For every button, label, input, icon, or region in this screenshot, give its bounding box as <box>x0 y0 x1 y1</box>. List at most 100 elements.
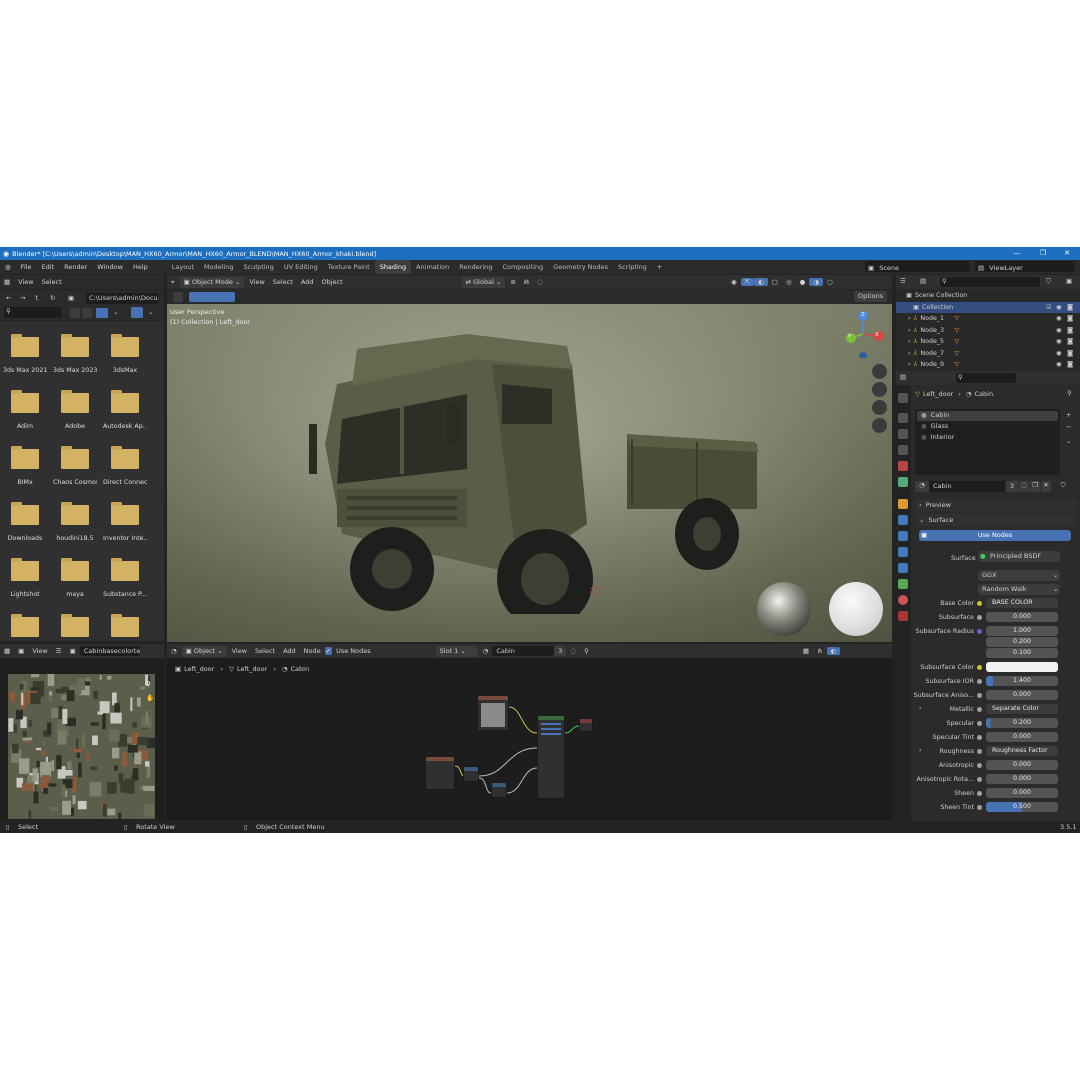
socket-icon[interactable] <box>977 629 982 634</box>
bsdf-input-value[interactable]: BASE COLOR <box>986 598 1058 608</box>
surface-shader-dropdown[interactable]: Principled BSDF <box>978 551 1060 562</box>
menu-window[interactable]: Window <box>92 260 128 274</box>
close-button[interactable]: ✕ <box>1054 247 1080 260</box>
world-tab-icon[interactable] <box>898 477 908 487</box>
add-workspace-icon[interactable]: + <box>652 260 667 274</box>
socket-icon[interactable] <box>977 615 982 620</box>
socket-icon[interactable] <box>977 777 982 782</box>
chevron-right-icon[interactable]: › <box>919 747 922 754</box>
render-tab-icon[interactable] <box>898 413 908 423</box>
tab-uv-editing[interactable]: UV Editing <box>279 260 323 274</box>
list-view-icon[interactable] <box>70 308 80 318</box>
tool-tab-icon[interactable] <box>898 393 908 403</box>
socket-icon[interactable] <box>977 707 982 712</box>
image-mode-icon[interactable]: ▣ <box>14 647 28 655</box>
gizmo-toggle-icon[interactable]: ⇱ <box>740 278 755 286</box>
bsdf-input-value[interactable]: 1.000 <box>986 626 1058 636</box>
scene-selector[interactable]: ▣ Scene <box>865 261 970 272</box>
socket-icon[interactable] <box>977 791 982 796</box>
tab-modeling[interactable]: Modeling <box>199 260 239 274</box>
folder-item[interactable] <box>103 614 147 641</box>
editor-type-icon[interactable]: ▦ <box>0 278 14 286</box>
tab-compositing[interactable]: Compositing <box>497 260 548 274</box>
vp-menu-view[interactable]: View <box>245 278 268 286</box>
physics-tab-icon[interactable] <box>898 547 908 557</box>
ne-menu-view[interactable]: View <box>228 647 251 655</box>
surface-panel-header[interactable]: ⌄ Surface <box>915 514 1077 526</box>
bsdf-input-value[interactable]: 0.000 <box>986 612 1058 622</box>
mode-dropdown[interactable]: ▣ Object Mode ⌄ <box>179 276 245 288</box>
image-browse-icon[interactable]: ▣ <box>66 647 80 655</box>
exclude-checkbox-icon[interactable]: ☑ <box>1046 304 1052 311</box>
filter-icon[interactable] <box>131 307 143 318</box>
ne-material-users[interactable]: 3 <box>554 646 567 656</box>
thumb-large-icon[interactable] <box>96 308 108 318</box>
use-nodes-checkbox-icon[interactable]: ✓ <box>324 647 333 655</box>
select-mode-buttons[interactable] <box>189 292 235 302</box>
image-texture-node[interactable] <box>477 695 509 731</box>
vp-menu-object[interactable]: Object <box>317 278 346 286</box>
folder-item[interactable] <box>53 614 97 641</box>
bsdf-input-value[interactable] <box>986 662 1058 672</box>
image-editor-icon[interactable]: ▦ <box>0 647 14 655</box>
particles-tab-icon[interactable] <box>898 531 908 541</box>
parent-dir-icon[interactable]: ⮤ <box>35 294 39 303</box>
pivot-icon[interactable]: ⊛ <box>506 278 519 286</box>
material-output-node[interactable] <box>579 718 593 732</box>
material-name-field[interactable]: Cabin <box>929 481 1005 492</box>
browse-filter-icon[interactable]: ⛉ <box>1057 481 1069 492</box>
node-backdrop-icon[interactable]: ◐ <box>826 647 841 655</box>
node-editor-canvas[interactable]: ▣ Left_door › ▽ Left_door › ◔ Cabin <box>167 658 892 820</box>
vp-menu-select[interactable]: Select <box>269 278 297 286</box>
fb-menu-select[interactable]: Select <box>38 278 66 286</box>
remove-slot-icon[interactable]: − <box>1066 423 1071 431</box>
bsdf-input-value[interactable]: Roughness Factor <box>986 746 1058 756</box>
bsdf-input-value[interactable]: 0.200 <box>986 718 1058 728</box>
truck-model[interactable] <box>297 324 797 614</box>
constraints-tab-icon[interactable] <box>898 563 908 573</box>
new-collection-icon[interactable]: ▣ <box>1066 277 1072 285</box>
ne-material-name[interactable]: Cabin <box>492 646 555 656</box>
folder-item[interactable]: Lightshot <box>3 558 47 609</box>
bsdf-input-value[interactable]: 0.000 <box>986 774 1058 784</box>
subsurface-method-dropdown[interactable]: Random Walk <box>978 584 1060 595</box>
data-tab-icon[interactable] <box>898 579 908 589</box>
distribution-dropdown[interactable]: GGX <box>978 570 1060 581</box>
expand-arrow-icon[interactable]: › <box>896 350 914 357</box>
node-editor-icon[interactable]: ◔ <box>167 647 181 655</box>
tab-shading[interactable]: Shading <box>374 260 412 274</box>
properties-search-input[interactable]: ⚲ <box>956 373 1016 383</box>
proportional-icon[interactable]: ◌ <box>533 278 547 286</box>
render-camera-icon[interactable]: ◙ <box>1067 315 1073 322</box>
options-dropdown[interactable]: Options <box>854 291 888 302</box>
principled-bsdf-node[interactable] <box>537 715 565 799</box>
material-slot-interior[interactable]: ● Interior <box>917 433 1058 443</box>
forward-arrow-icon[interactable]: → <box>20 294 25 302</box>
socket-icon[interactable] <box>977 679 982 684</box>
folder-item[interactable]: Chaos Cosmos <box>53 446 97 497</box>
ne-menu-node[interactable]: Node <box>300 647 325 655</box>
render-camera-icon[interactable]: ◙ <box>1067 304 1073 311</box>
socket-icon[interactable] <box>977 763 982 768</box>
ie-menu-icon[interactable]: ☰ <box>52 647 66 655</box>
material-browse-icon[interactable]: ◔ <box>479 647 493 655</box>
outliner-node-row[interactable]: › ⅄ Node_7 ▽ ◉ ◙ <box>896 348 1076 360</box>
render-camera-icon[interactable]: ◙ <box>1067 350 1073 357</box>
fb-menu-view[interactable]: View <box>14 278 37 286</box>
viewport-editor-icon[interactable]: ⌖ <box>167 278 179 287</box>
material-users-count[interactable]: 3 <box>1006 481 1018 492</box>
visibility-icon[interactable]: ◉ <box>727 278 741 286</box>
overlay-toggle-icon[interactable]: ◐ <box>754 278 768 286</box>
viewport-canvas[interactable]: User Perspective (1) Collection | Left_d… <box>167 304 892 642</box>
visibility-eye-icon[interactable]: ◉ <box>1056 327 1062 334</box>
folder-item[interactable]: Direct Connect <box>103 446 147 497</box>
slot-specials-icon[interactable]: ⌄ <box>1066 437 1071 445</box>
folder-item[interactable]: Downloads <box>3 502 47 553</box>
use-nodes-button[interactable]: Use Nodes <box>919 530 1071 541</box>
tab-layout[interactable]: Layout <box>167 260 199 274</box>
thumb-small-icon[interactable] <box>82 308 92 318</box>
folder-item[interactable]: maya <box>53 558 97 609</box>
folder-item[interactable]: 3ds Max 2023 <box>53 334 97 385</box>
image-name-field[interactable]: Cabinbasecolortextu... <box>79 646 140 656</box>
filter-dropdown-icon[interactable]: ⌄ <box>148 308 153 316</box>
